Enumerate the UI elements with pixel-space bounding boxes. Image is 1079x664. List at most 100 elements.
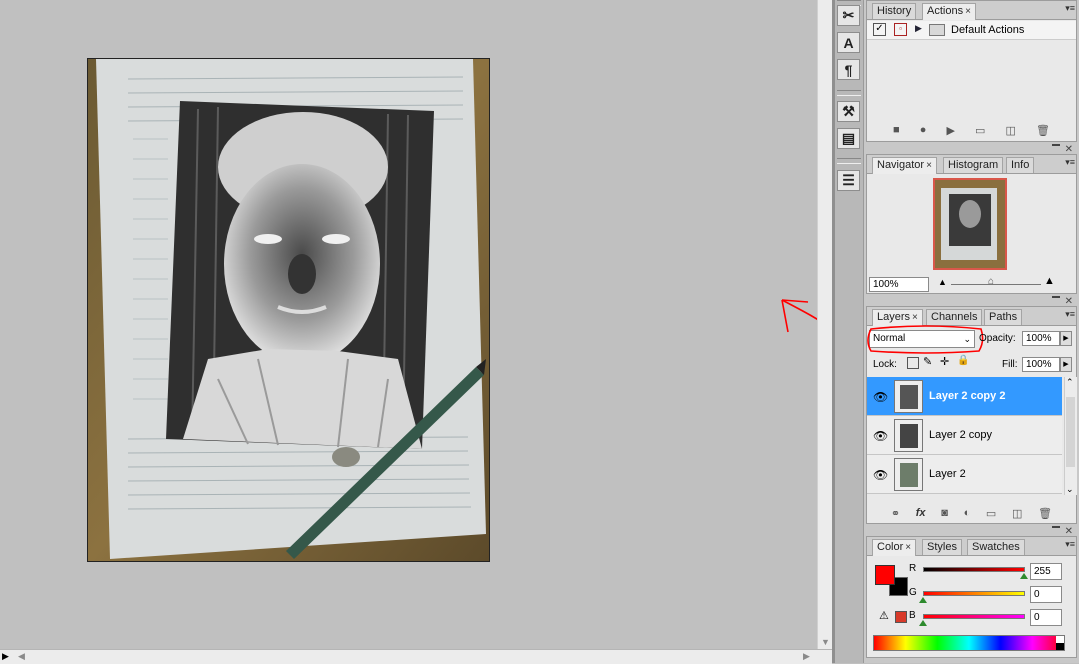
trash-icon[interactable]: 🗑 (1038, 507, 1052, 520)
close-panel-icon[interactable]: ✕ (1065, 526, 1073, 537)
play-icon[interactable]: ▶ (946, 124, 954, 137)
new-action-icon[interactable]: ◫ (1005, 124, 1015, 137)
tab-info[interactable]: Info (1006, 157, 1035, 173)
scroll-right-icon[interactable]: ▶ (803, 651, 810, 662)
slider-caret-icon[interactable] (919, 620, 927, 626)
tab-styles[interactable]: Styles (922, 539, 962, 555)
close-tab-icon[interactable]: × (965, 6, 971, 17)
close-tab-icon[interactable]: × (905, 542, 911, 553)
new-set-icon[interactable]: ▭ (975, 124, 985, 137)
scroll-left-icon[interactable]: ▶ (2, 651, 9, 662)
color-spectrum-ramp[interactable] (873, 635, 1065, 651)
zoom-slider-thumb[interactable]: ⌂ (988, 276, 994, 287)
gamut-warning-icon[interactable]: ⚠ (879, 609, 889, 622)
adjustment-icon[interactable]: ◐ (964, 507, 971, 519)
canvas-area[interactable] (0, 0, 832, 649)
minimize-icon[interactable] (1052, 144, 1060, 146)
group-icon[interactable]: ▭ (986, 507, 996, 520)
tab-actions[interactable]: Actions × (922, 3, 976, 20)
action-set-label: Default Actions (951, 24, 1025, 36)
zoom-field[interactable]: 100% (869, 277, 929, 292)
scroll-thumb[interactable] (1066, 397, 1075, 467)
scroll-left-arrow-icon[interactable]: ◀ (18, 651, 25, 662)
eye-icon[interactable]: 👁 (873, 390, 888, 404)
slider-caret-icon[interactable] (1020, 573, 1028, 579)
record-icon[interactable]: ● (920, 124, 927, 136)
lock-transparency-icon[interactable] (907, 357, 919, 369)
red-slider[interactable] (923, 567, 1025, 572)
red-value-field[interactable]: 255 (1030, 563, 1062, 580)
dialog-toggle-icon[interactable]: ▫ (894, 23, 907, 36)
zoom-in-icon[interactable]: ▲ (1044, 275, 1055, 287)
paragraph-icon[interactable]: ¶ (837, 59, 860, 80)
minimize-icon[interactable] (1052, 526, 1060, 528)
zoom-out-icon[interactable]: ▲ (938, 277, 947, 287)
link-icon[interactable]: ⚭ (891, 507, 900, 520)
tab-histogram[interactable]: Histogram (943, 157, 1004, 173)
blue-slider[interactable] (923, 614, 1025, 619)
tab-color[interactable]: Color × (872, 539, 917, 556)
canvas-vertical-scrollbar[interactable]: ▼ (817, 0, 833, 649)
eye-icon[interactable]: 👁 (873, 468, 888, 482)
layer-thumbnail (894, 419, 923, 452)
foreground-color-swatch[interactable] (875, 565, 895, 585)
navigator-thumbnail[interactable] (933, 178, 1007, 270)
layer-name[interactable]: Layer 2 copy 2 (929, 390, 1005, 402)
fx-icon[interactable]: fx (916, 507, 926, 519)
checkmark-icon[interactable]: ✓ (873, 23, 886, 36)
scroll-up-icon[interactable]: ⌃ (1066, 377, 1074, 388)
gamut-color-swatch[interactable] (895, 611, 907, 623)
tab-paths[interactable]: Paths (984, 309, 1023, 325)
action-row[interactable]: ✓ ▫ ▶ Default Actions (867, 21, 1076, 40)
green-slider[interactable] (923, 591, 1025, 596)
panel-menu-icon[interactable]: ▾≡ (1065, 539, 1075, 550)
tool-presets-icon[interactable]: ⚒ (837, 101, 860, 122)
close-tab-icon[interactable]: × (926, 160, 932, 171)
close-panel-icon[interactable]: ✕ (1065, 144, 1073, 155)
slider-caret-icon[interactable] (919, 597, 927, 603)
new-layer-icon[interactable]: ◫ (1012, 507, 1022, 520)
mask-icon[interactable]: ◙ (941, 507, 948, 519)
lock-move-icon[interactable]: ✛ (940, 355, 949, 368)
panel-menu-icon[interactable]: ▾≡ (1065, 3, 1075, 14)
opacity-field[interactable]: 100% (1022, 331, 1060, 346)
minimize-icon[interactable] (1052, 296, 1060, 298)
scroll-down-icon[interactable]: ⌄ (1066, 484, 1074, 495)
scroll-down-icon[interactable]: ▼ (821, 637, 830, 647)
layer-row[interactable]: 👁 Layer 2 copy (867, 416, 1062, 455)
layer-comps-icon[interactable]: ▤ (837, 128, 860, 149)
layer-row[interactable]: 👁 Layer 2 copy 2 (867, 377, 1062, 416)
notes-icon[interactable]: ☰ (837, 170, 860, 191)
opacity-arrow-icon[interactable]: ▶ (1060, 331, 1072, 346)
expand-triangle-icon[interactable]: ▶ (915, 23, 922, 34)
layer-row[interactable]: 👁 Layer 2 (867, 455, 1062, 494)
eye-icon[interactable]: 👁 (873, 429, 888, 443)
panel-menu-icon[interactable]: ▾≡ (1065, 309, 1075, 320)
document-image[interactable] (87, 58, 490, 562)
layer-name[interactable]: Layer 2 copy (929, 429, 992, 441)
layer-name[interactable]: Layer 2 (929, 468, 966, 480)
brush-presets-icon[interactable]: ✂ (837, 5, 860, 26)
lock-brush-icon[interactable]: ✎ (923, 355, 932, 368)
layers-scrollbar[interactable]: ⌃ ⌄ (1064, 377, 1077, 495)
stop-icon[interactable]: ■ (893, 124, 900, 136)
close-panel-icon[interactable]: ✕ (1065, 296, 1073, 307)
lock-all-icon[interactable]: 🔒 (957, 355, 969, 366)
tab-history[interactable]: History (872, 3, 917, 19)
close-tab-icon[interactable]: × (912, 312, 918, 323)
blue-value-field[interactable]: 0 (1030, 609, 1062, 626)
blue-label: B (909, 610, 916, 621)
green-value-field[interactable]: 0 (1030, 586, 1062, 603)
lock-label: Lock: (873, 359, 897, 370)
delete-icon[interactable]: 🗑 (1036, 124, 1050, 137)
tab-navigator[interactable]: Navigator × (872, 157, 937, 174)
fill-arrow-icon[interactable]: ▶ (1060, 357, 1072, 372)
character-icon[interactable]: A (837, 32, 860, 53)
fill-field[interactable]: 100% (1022, 357, 1060, 372)
zoom-slider[interactable] (951, 284, 1041, 285)
tab-swatches[interactable]: Swatches (967, 539, 1025, 555)
canvas-horizontal-scrollbar[interactable]: ▶ ◀ ▶ (0, 649, 832, 664)
panel-menu-icon[interactable]: ▾≡ (1065, 157, 1075, 168)
navigator-panel-tabs: Navigator × Histogram Info ▾≡ (867, 155, 1076, 174)
actions-panel: History Actions × ▾≡ ✓ ▫ ▶ Default Action… (866, 0, 1077, 142)
